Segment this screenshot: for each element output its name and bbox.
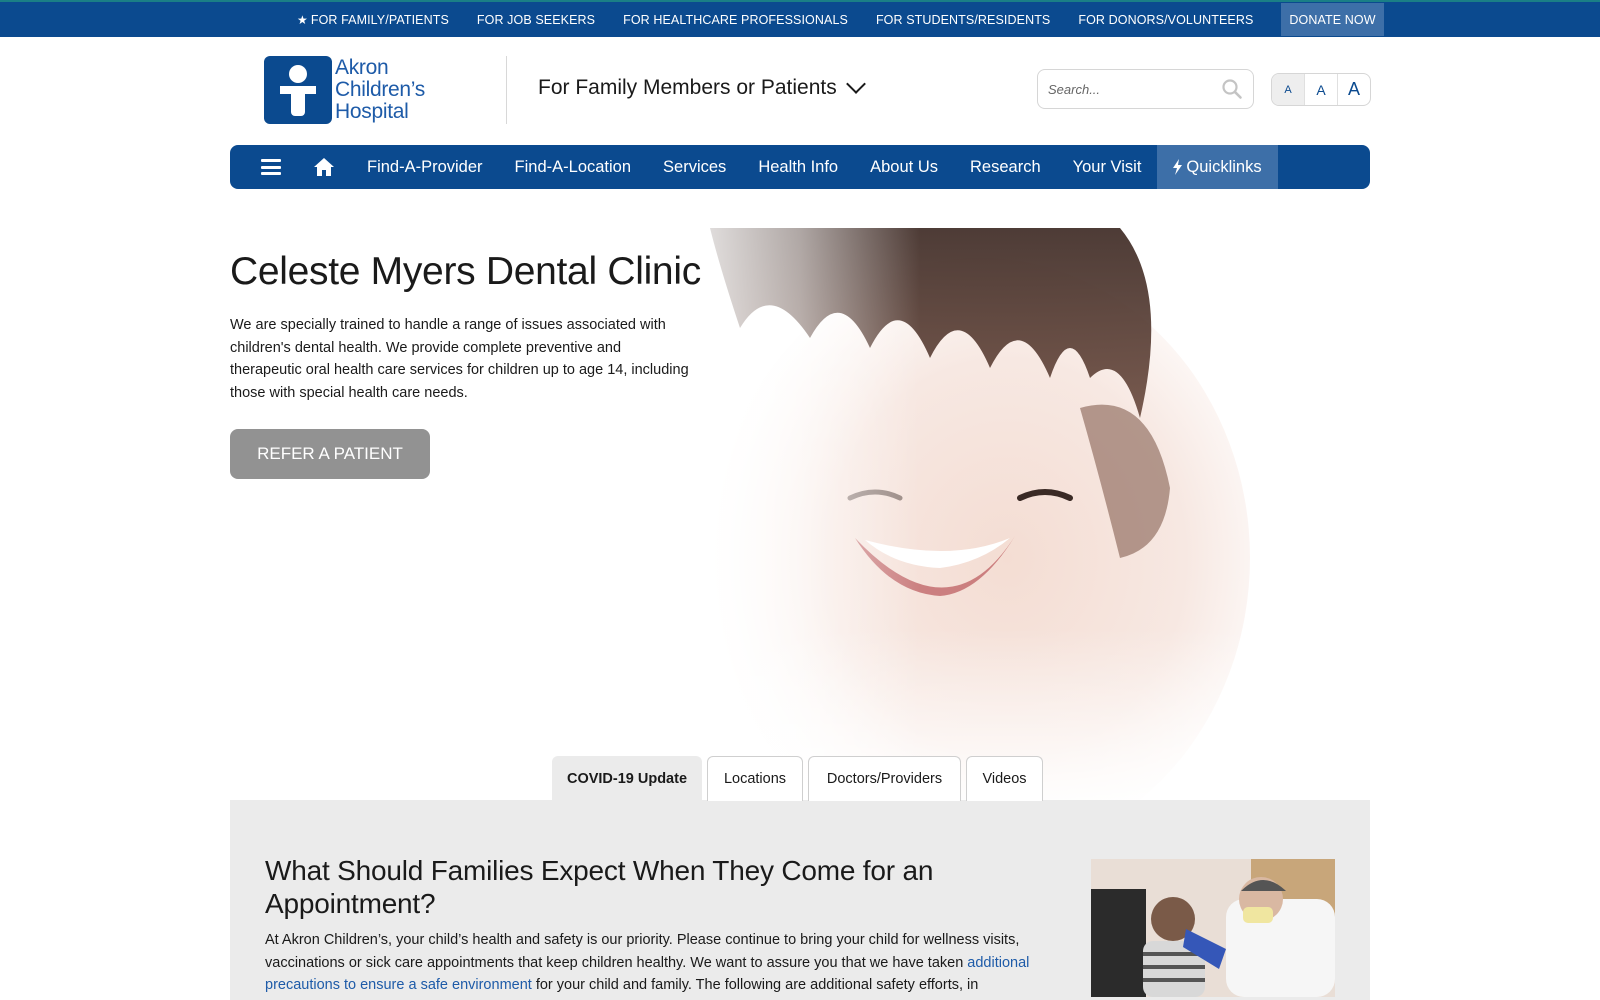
donate-now-button[interactable]: DONATE NOW — [1281, 3, 1384, 36]
hero-description: We are specially trained to handle a ran… — [230, 317, 689, 401]
search-input[interactable] — [1048, 79, 1208, 99]
topbar-link-job-seekers[interactable]: FOR JOB SEEKERS — [477, 13, 595, 27]
text-size-control: A A A — [1271, 73, 1371, 106]
tab-covid-19-update[interactable]: COVID-19 Update — [552, 756, 702, 801]
nav-item-services[interactable]: Services — [663, 158, 726, 177]
hamburger-menu-icon[interactable] — [261, 159, 281, 175]
audience-selector[interactable]: For Family Members or Patients — [538, 74, 866, 100]
tab-doctors-providers[interactable]: Doctors/Providers — [808, 756, 961, 801]
audience-selector-label: For Family Members or Patients — [538, 76, 837, 99]
refer-a-patient-button[interactable]: REFER A PATIENT — [230, 429, 430, 479]
header-divider — [506, 56, 507, 124]
panel-heading: What Should Families Expect When They Co… — [265, 855, 934, 919]
logo-mark-icon — [264, 56, 332, 124]
topbar-link-healthcare-professionals[interactable]: FOR HEALTHCARE PROFESSIONALS — [623, 13, 848, 27]
hero-child-photo — [650, 228, 1250, 800]
dentist-exam-photo — [1091, 859, 1335, 997]
content-panel: What Should Families Expect When They Co… — [230, 800, 1370, 1000]
page-title: Celeste Myers Dental Clinic — [230, 250, 701, 293]
panel-body-text: At Akron Children’s, your child’s health… — [265, 932, 1030, 993]
tab-videos[interactable]: Videos — [966, 756, 1043, 801]
chevron-down-icon — [845, 74, 866, 94]
topbar-link-family-patients[interactable]: ★ FOR FAMILY/PATIENTS — [297, 13, 449, 27]
text-size-medium-button[interactable]: A — [1305, 74, 1338, 105]
text-size-small-button[interactable]: A — [1272, 74, 1305, 105]
main-navigation: Find-A-Provider Find-A-Location Services… — [230, 145, 1370, 189]
home-icon[interactable] — [313, 157, 335, 177]
topbar-link-donors-volunteers[interactable]: FOR DONORS/VOLUNTEERS — [1078, 13, 1253, 27]
nav-item-about-us[interactable]: About Us — [870, 158, 938, 177]
lightning-bolt-icon — [1173, 159, 1183, 175]
nav-item-find-a-provider[interactable]: Find-A-Provider — [367, 158, 483, 177]
nav-item-find-a-location[interactable]: Find-A-Location — [515, 158, 631, 177]
topbar-link-students-residents[interactable]: FOR STUDENTS/RESIDENTS — [876, 13, 1050, 27]
utility-bar: ★ FOR FAMILY/PATIENTS FOR JOB SEEKERS FOR… — [0, 0, 1600, 37]
nav-item-quicklinks[interactable]: Quicklinks — [1157, 145, 1278, 189]
nav-item-health-info[interactable]: Health Info — [758, 158, 838, 177]
hospital-logo[interactable]: Akron Children’s Hospital — [264, 56, 425, 124]
search-icon[interactable] — [1221, 78, 1243, 100]
content-tabs: COVID-19 Update Locations Doctors/Provid… — [552, 756, 1048, 801]
nav-item-your-visit[interactable]: Your Visit — [1073, 158, 1142, 177]
logo-wordmark: Akron Children’s Hospital — [335, 56, 425, 123]
nav-item-research[interactable]: Research — [970, 158, 1041, 177]
text-size-large-button[interactable]: A — [1338, 74, 1370, 105]
star-icon: ★ — [297, 12, 308, 27]
tab-locations[interactable]: Locations — [707, 756, 803, 801]
search-box — [1037, 69, 1254, 109]
